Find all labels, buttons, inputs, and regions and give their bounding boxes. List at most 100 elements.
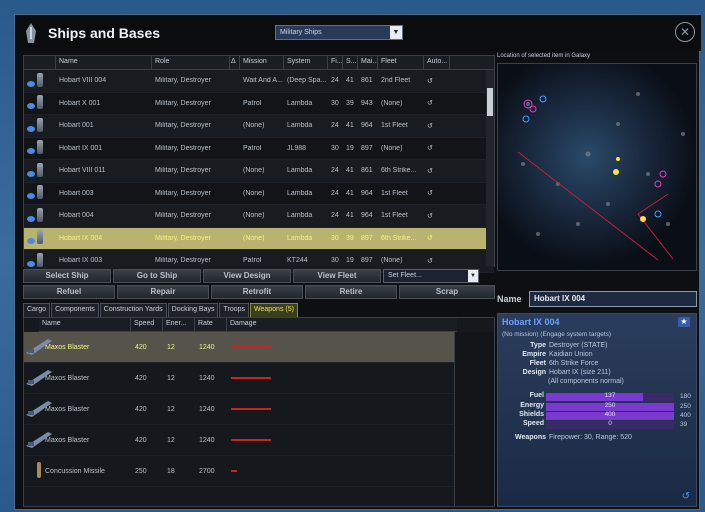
fleet-value: 6th Strike Force (549, 360, 599, 367)
eye-icon[interactable] (27, 260, 35, 267)
weapon-speed: 420 (135, 374, 147, 382)
close-button[interactable]: ✕ (675, 22, 695, 42)
row-icons (24, 72, 56, 89)
table-row[interactable]: Hobart IX 001 Military, Destroyer Patrol JL… (24, 138, 494, 160)
design-value: Hobart IX (size 211) (549, 369, 611, 376)
cell-s: 41 (346, 212, 354, 220)
cell-auto[interactable]: ↺ (424, 189, 450, 197)
eye-icon[interactable] (27, 80, 35, 87)
table-row[interactable]: Hobart VIII 011 Military, Destroyer (None)… (24, 160, 494, 183)
cell-s: 19 (346, 257, 354, 265)
eye-icon[interactable] (27, 238, 35, 245)
weapon-row[interactable]: Concussion Missile 250 18 2700 (24, 456, 494, 487)
table-row[interactable]: Hobart 004 Military, Destroyer (None) Lambd… (24, 205, 494, 228)
select-ship-button[interactable]: Select Ship (23, 269, 111, 283)
table-row[interactable]: Hobart X 001 Military, Destroyer Patrol Lam… (24, 93, 494, 115)
eye-icon[interactable] (27, 103, 35, 110)
table-row[interactable]: Hobart VIII 004 Military, Destroyer Wait A… (24, 70, 494, 93)
ship-icon (26, 23, 36, 43)
name-label: Name (497, 294, 522, 304)
ship-icon (36, 185, 43, 200)
energy-max: 250 (680, 403, 691, 410)
ship-filter-dropdown[interactable]: Military Ships ▼ (275, 25, 403, 40)
cell-auto[interactable]: ↺ (424, 144, 450, 152)
cell-auto[interactable]: ↺ (424, 77, 450, 85)
set-fleet-dropdown[interactable]: Set Fleet... ▼ (383, 269, 479, 283)
type-value: Destroyer (STATE) (549, 342, 608, 349)
weapon-energy: 18 (167, 467, 175, 475)
weapon-icon-cell (24, 368, 52, 388)
cell-fleet: 2nd Fleet (381, 77, 411, 85)
table-row[interactable]: Hobart IX 004 Military, Destroyer (None) La… (24, 227, 494, 250)
retire-button[interactable]: Retire (305, 285, 397, 299)
weapon-row[interactable]: Maxos Blaster 420 12 1240 (24, 363, 494, 394)
table-row[interactable]: Hobart 001 Military, Destroyer (None) Lambd… (24, 115, 494, 138)
eye-icon[interactable] (27, 215, 35, 222)
view-fleet-button[interactable]: View Fleet (293, 269, 381, 283)
col-role[interactable]: Role (152, 56, 230, 69)
eye-icon[interactable] (27, 125, 35, 132)
weapon-name: Maxos Blaster (45, 405, 90, 413)
eye-icon[interactable] (27, 148, 35, 155)
repair-button[interactable]: Repair (117, 285, 209, 299)
tab-troops[interactable]: Troops (219, 303, 249, 317)
ship-filter-value: Military Ships (280, 29, 322, 36)
col-mai[interactable]: Mai... (358, 56, 378, 69)
eye-icon[interactable] (27, 170, 35, 177)
refresh-icon[interactable]: ↺ (682, 491, 690, 502)
row-icons (24, 252, 56, 269)
refuel-button[interactable]: Refuel (23, 285, 115, 299)
col-name[interactable]: Name (56, 56, 152, 69)
weapon-row[interactable]: Maxos Blaster 420 12 1240 (24, 394, 494, 425)
info-mission: (No mission) (Engage system targets) (502, 331, 612, 338)
cell-auto[interactable]: ↺ (424, 234, 450, 242)
row-icons (24, 117, 56, 134)
tab-weapons[interactable]: Weapons (5) (250, 303, 298, 317)
galaxy-minimap[interactable] (497, 63, 697, 271)
cell-mai: 964 (361, 122, 373, 130)
retrofit-button[interactable]: Retrofit (211, 285, 303, 299)
row-icons (24, 207, 56, 224)
weapon-energy: 12 (167, 436, 175, 444)
ship-icon (36, 117, 43, 132)
ship-name-input[interactable]: Hobart IX 004 (529, 291, 697, 307)
cell-auto[interactable]: ↺ (424, 99, 450, 107)
go-to-ship-button[interactable]: Go to Ship (113, 269, 201, 283)
col-rate[interactable]: Rate (195, 318, 227, 331)
star-icon[interactable]: ★ (678, 317, 690, 327)
cell-auto[interactable]: ↺ (424, 122, 450, 130)
col-system[interactable]: System (284, 56, 328, 69)
view-design-button[interactable]: View Design (203, 269, 291, 283)
cell-fi: 30 (331, 257, 339, 265)
scroll-thumb[interactable] (487, 88, 493, 116)
weapon-rate: 2700 (199, 467, 215, 475)
table-scrollbar[interactable] (486, 70, 494, 266)
weapon-row[interactable]: Maxos Blaster 420 12 1240 (24, 332, 494, 363)
tab-docking-bays[interactable]: Docking Bays (167, 303, 219, 317)
cell-auto[interactable]: ↺ (424, 257, 450, 265)
cell-s: 41 (346, 167, 354, 175)
col-s[interactable]: S... (343, 56, 358, 69)
tab-construction-yards[interactable]: Construction Yards (99, 303, 167, 317)
col-weapon-name[interactable]: Name (39, 318, 131, 331)
cell-role: Military, Destroyer (155, 99, 211, 107)
weapon-energy: 12 (167, 374, 175, 382)
col-fleet[interactable]: Fleet (378, 56, 424, 69)
tab-components[interactable]: Components (51, 303, 99, 317)
col-fi[interactable]: Fi... (328, 56, 343, 69)
table-row[interactable]: Hobart 003 Military, Destroyer (None) Lambd… (24, 183, 494, 205)
col-mission[interactable]: Mission (240, 56, 284, 69)
cell-auto[interactable]: ↺ (424, 167, 450, 175)
col-auto[interactable]: Auto... (424, 56, 450, 69)
col-energy[interactable]: Ener... (163, 318, 195, 331)
col-speed[interactable]: Speed (131, 318, 163, 331)
cell-s: 41 (346, 77, 354, 85)
tab-cargo[interactable]: Cargo (23, 303, 51, 317)
weapon-damage (228, 377, 288, 379)
cell-system: Lambda (287, 167, 313, 175)
cell-auto[interactable]: ↺ (424, 212, 450, 220)
col-damage[interactable]: Damage (227, 318, 457, 331)
eye-icon[interactable] (27, 193, 35, 200)
weapon-row[interactable]: Maxos Blaster 420 12 1240 (24, 425, 494, 456)
scrap-button[interactable]: Scrap (399, 285, 495, 299)
